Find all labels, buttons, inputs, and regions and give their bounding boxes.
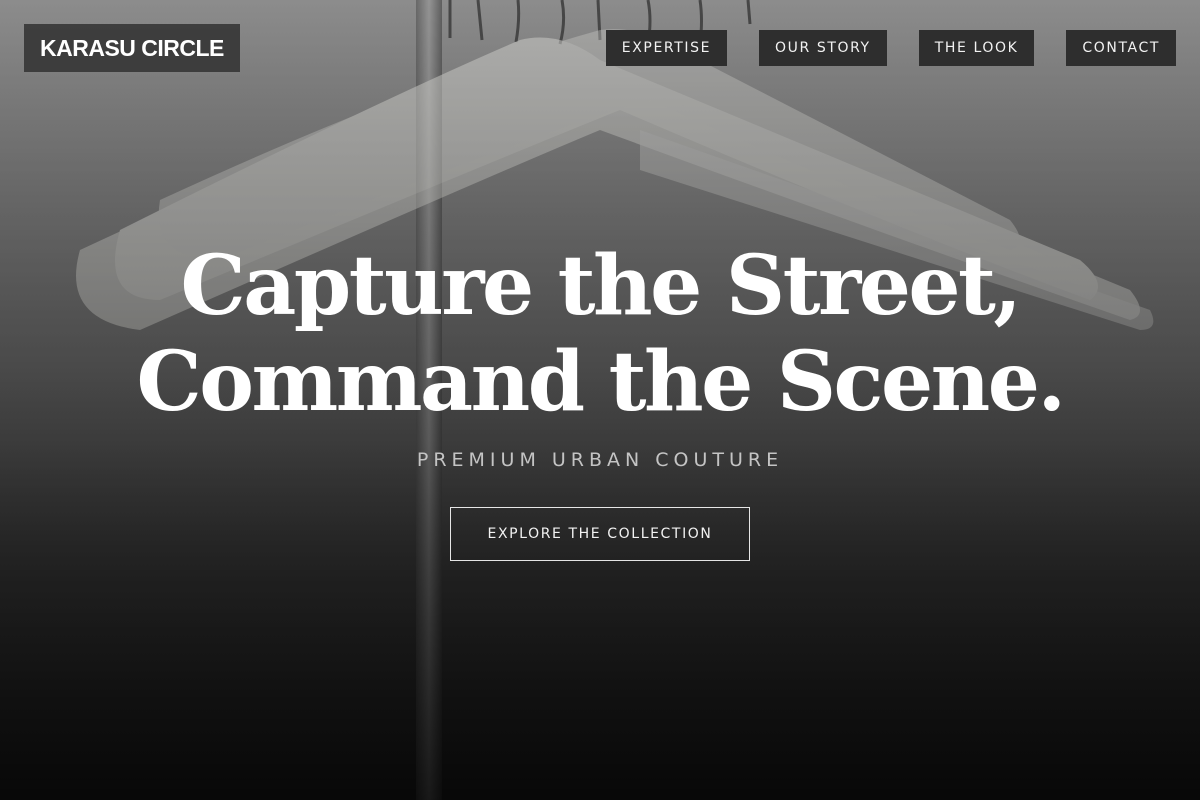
main-nav: EXPERTISE OUR STORY THE LOOK CONTACT: [605, 30, 1176, 66]
explore-collection-button[interactable]: EXPLORE THE COLLECTION: [450, 507, 750, 561]
hero-headline: Capture the Street, Command the Scene.: [0, 238, 1200, 430]
hero-headline-line-1: Capture the Street,: [180, 238, 1022, 334]
nav-item-our-story[interactable]: OUR STORY: [759, 30, 887, 66]
hero-tagline: PREMIUM URBAN COUTURE: [416, 449, 784, 471]
hero-section: KARASU CIRCLE EXPERTISE OUR STORY THE LO…: [0, 0, 1200, 800]
nav-item-expertise[interactable]: EXPERTISE: [605, 30, 728, 66]
nav-item-the-look[interactable]: THE LOOK: [918, 30, 1035, 66]
hero-headline-line-2: Command the Scene.: [136, 334, 1067, 430]
brand-logo[interactable]: KARASU CIRCLE: [24, 24, 240, 72]
nav-item-contact[interactable]: CONTACT: [1066, 30, 1176, 66]
